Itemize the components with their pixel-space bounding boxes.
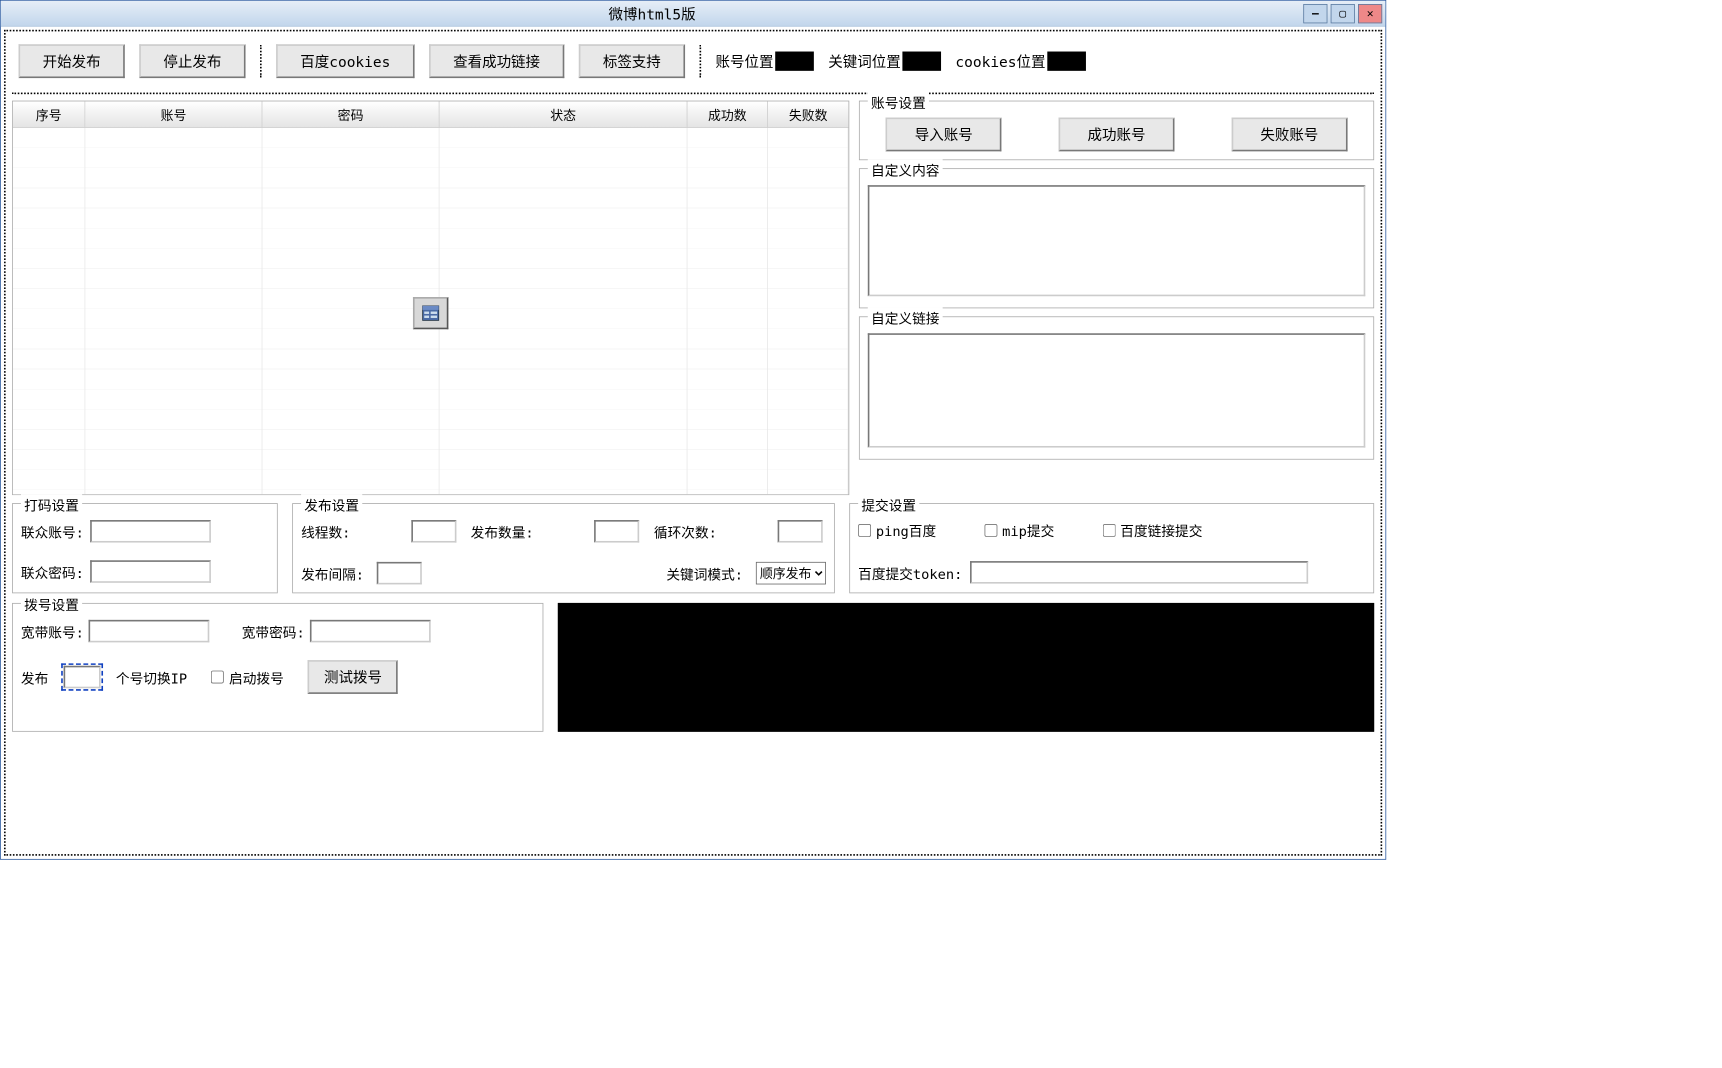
separator [260, 45, 262, 77]
captcha-settings-group: 打码设置 联众账号: 联众密码: [12, 503, 278, 593]
cookies-position-swatch[interactable] [1047, 52, 1086, 71]
keyword-mode-label: 关键词模式: [666, 563, 743, 583]
cookies-position-label: cookies位置 [955, 51, 1085, 72]
loop-count-input[interactable] [778, 520, 823, 543]
minimize-button[interactable]: — [1303, 4, 1327, 23]
captcha-password-label: 联众密码: [21, 561, 84, 581]
col-success-count[interactable]: 成功数 [687, 101, 768, 127]
captcha-password-input[interactable] [90, 560, 211, 583]
publish-count-input[interactable] [594, 520, 639, 543]
custom-content-title: 自定义内容 [868, 159, 943, 179]
interval-input[interactable] [377, 562, 422, 585]
tag-support-button[interactable]: 标签支持 [579, 44, 685, 78]
titlebar: 微博html5版 — ▢ ✕ [1, 1, 1386, 27]
baidu-link-submit-checkbox[interactable]: 百度链接提交 [1103, 520, 1203, 540]
col-index[interactable]: 序号 [13, 101, 85, 127]
switch-ip-suffix: 个号切换IP [116, 667, 187, 687]
captcha-settings-title: 打码设置 [21, 494, 82, 514]
stop-publish-button[interactable]: 停止发布 [139, 44, 245, 78]
captcha-account-label: 联众账号: [21, 521, 84, 541]
col-fail-count[interactable]: 失败数 [768, 101, 849, 127]
threads-label: 线程数: [301, 521, 400, 541]
view-success-links-button[interactable]: 查看成功链接 [429, 44, 564, 78]
publish-count-label: 发布数量: [471, 521, 583, 541]
keyword-position-label: 关键词位置 [828, 51, 941, 72]
mip-submit-checkbox[interactable]: mip提交 [984, 520, 1054, 540]
publish-settings-group: 发布设置 线程数: 发布数量: 循环次数: 发布间隔: 关键词模式: 顺序发布 [292, 503, 835, 593]
custom-links-title: 自定义链接 [868, 308, 943, 328]
threads-input[interactable] [411, 520, 456, 543]
interval-label: 发布间隔: [301, 563, 364, 583]
switch-ip-count-input[interactable] [64, 666, 101, 689]
start-publish-button[interactable]: 开始发布 [19, 44, 125, 78]
toolbar: 开始发布 停止发布 百度cookies 查看成功链接 标签支持 账号位置 关键词… [12, 35, 1374, 95]
col-account[interactable]: 账号 [85, 101, 262, 127]
custom-links-textarea[interactable] [868, 333, 1365, 447]
submit-settings-title: 提交设置 [858, 494, 919, 514]
keyword-position-swatch[interactable] [902, 52, 941, 71]
loop-count-label: 循环次数: [654, 521, 766, 541]
broadband-account-label: 宽带账号: [21, 621, 84, 641]
fail-account-button[interactable]: 失败账号 [1231, 118, 1347, 152]
account-position-swatch[interactable] [775, 52, 814, 71]
custom-content-textarea[interactable] [868, 185, 1365, 296]
broadband-password-label: 宽带密码: [242, 621, 305, 641]
broadband-account-input[interactable] [89, 620, 210, 643]
import-account-button[interactable]: 导入账号 [886, 118, 1002, 152]
baidu-token-input[interactable] [970, 561, 1308, 584]
broadband-password-input[interactable] [310, 620, 431, 643]
accounts-table[interactable]: 序号 账号 密码 状态 成功数 失败数 [12, 101, 849, 495]
test-dial-button[interactable]: 测试拨号 [308, 660, 398, 694]
ping-baidu-checkbox[interactable]: ping百度 [858, 520, 936, 540]
table-placeholder-icon [413, 297, 448, 329]
account-settings-title: 账号设置 [868, 92, 929, 112]
close-button[interactable]: ✕ [1358, 4, 1382, 23]
dial-settings-title: 拨号设置 [21, 594, 82, 614]
submit-settings-group: 提交设置 ping百度 mip提交 百度链接提交 百度提交token: [849, 503, 1374, 593]
table-body[interactable] [13, 128, 849, 495]
enable-dial-checkbox[interactable]: 启动拨号 [211, 667, 283, 687]
switch-ip-prefix: 发布 [21, 667, 48, 687]
publish-settings-title: 发布设置 [301, 494, 362, 514]
account-settings-group: 账号设置 导入账号 成功账号 失败账号 [859, 101, 1374, 161]
col-status[interactable]: 状态 [440, 101, 688, 127]
dial-settings-group: 拨号设置 宽带账号: 宽带密码: 发布 个号切换IP [12, 603, 543, 732]
log-output[interactable] [558, 603, 1374, 732]
baidu-cookies-button[interactable]: 百度cookies [276, 44, 414, 78]
col-password[interactable]: 密码 [262, 101, 439, 127]
baidu-token-label: 百度提交token: [858, 562, 962, 582]
maximize-button[interactable]: ▢ [1331, 4, 1355, 23]
custom-content-group: 自定义内容 [859, 168, 1374, 308]
window-title: 微博html5版 [1, 3, 1303, 24]
separator [699, 45, 701, 77]
captcha-account-input[interactable] [90, 520, 211, 543]
success-account-button[interactable]: 成功账号 [1059, 118, 1175, 152]
account-position-label: 账号位置 [716, 51, 814, 72]
keyword-mode-select[interactable]: 顺序发布 [756, 562, 826, 585]
custom-links-group: 自定义链接 [859, 316, 1374, 459]
